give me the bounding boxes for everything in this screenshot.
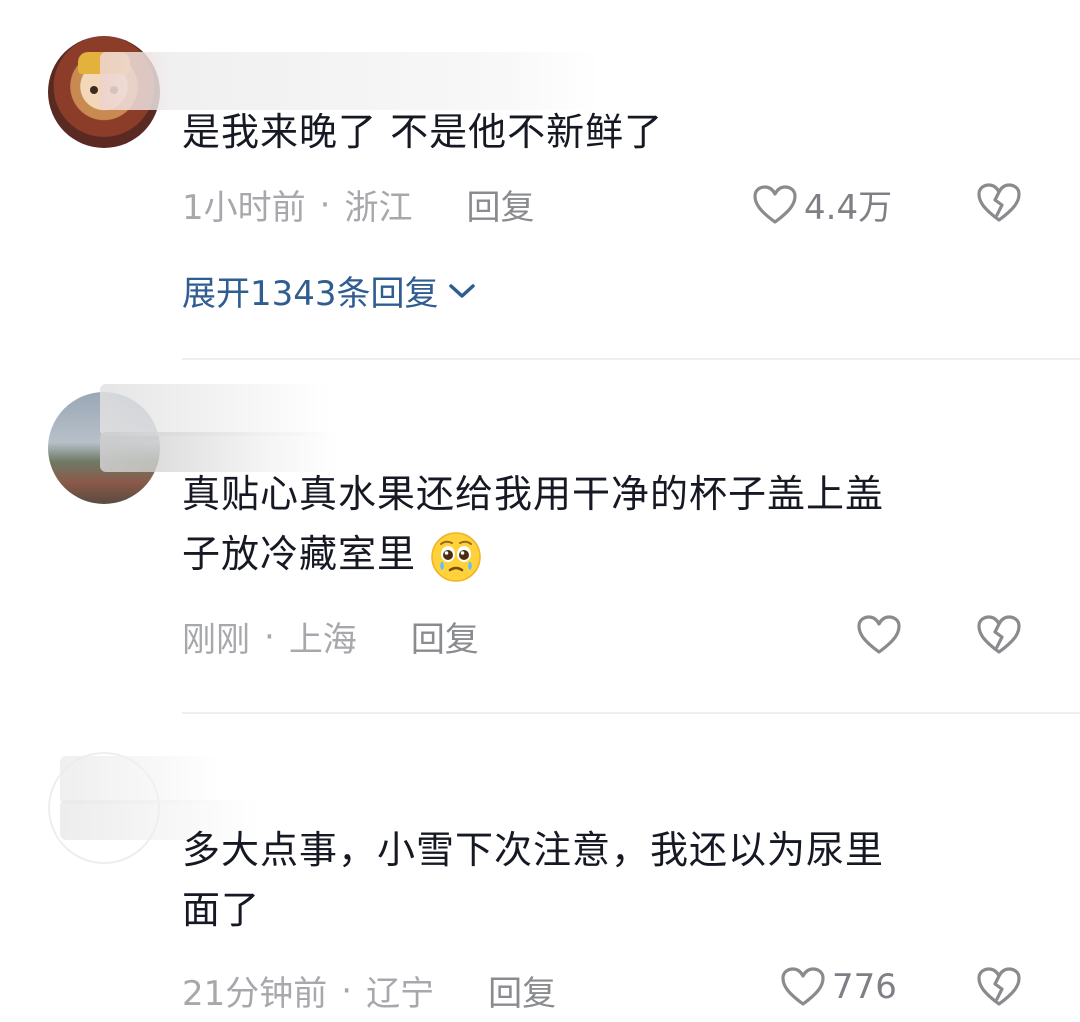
comment-text: 多大点事，小雪下次注意，我还以为尿里 面了 <box>182 820 1022 940</box>
comment-meta: 21分钟前 · 辽宁 回复 <box>182 966 556 1015</box>
heart-outline-icon <box>781 967 825 1006</box>
comment-location: 上海 <box>288 620 357 660</box>
divider <box>182 358 1080 360</box>
meta-separator: · <box>319 184 331 225</box>
comment-text-line: 真贴心真水果还给我用干净的杯子盖上盖 <box>182 472 885 516</box>
comment-meta: 1小时前 · 浙江 回复 <box>182 180 534 229</box>
chevron-down-icon <box>448 283 475 298</box>
comment-text: 是我来晚了 不是他不新鲜了 <box>182 110 664 154</box>
like-button[interactable]: 4.4万 <box>752 180 892 229</box>
divider <box>182 712 1080 714</box>
comment-location: 辽宁 <box>366 974 435 1014</box>
meta-separator: · <box>264 616 275 657</box>
broken-heart-icon[interactable] <box>976 182 1022 224</box>
comment-text-line: 多大点事，小雪下次注意，我还以为尿里 <box>182 828 885 872</box>
comment-meta: 刚刚 · 上海 回复 <box>182 612 479 661</box>
like-count: 4.4万 <box>804 188 893 228</box>
reply-button[interactable]: 回复 <box>411 612 479 661</box>
comment-text-line-content: 子放冷藏室里 <box>182 532 417 576</box>
comment-text-line: 面了 <box>182 888 261 932</box>
expand-replies-label: 展开1343条回复 <box>182 274 439 314</box>
broken-heart-icon[interactable] <box>976 966 1022 1008</box>
reply-button[interactable]: 回复 <box>488 966 556 1015</box>
pleading-face-emoji <box>431 531 481 582</box>
reply-button[interactable]: 回复 <box>466 180 534 229</box>
username-blurred <box>100 384 330 436</box>
comment-text-line: 子放冷藏室里 <box>182 524 1022 584</box>
like-button[interactable]: 776 <box>780 966 897 1008</box>
like-count: 776 <box>832 967 897 1007</box>
expand-replies-button[interactable]: 展开1343条回复 <box>182 266 477 315</box>
heart-outline-icon <box>753 184 797 224</box>
comment-time: 21分钟前 <box>182 974 328 1014</box>
like-button[interactable] <box>856 614 908 656</box>
comment-text: 真贴心真水果还给我用干净的杯子盖上盖 子放冷藏室里 <box>182 464 1022 584</box>
broken-heart-icon[interactable] <box>976 614 1022 656</box>
meta-separator: · <box>341 970 353 1011</box>
heart-outline-icon <box>857 615 901 654</box>
username-blurred <box>60 756 220 804</box>
comment-time: 刚刚 <box>182 620 250 660</box>
comment-location: 浙江 <box>344 188 413 228</box>
comment-time: 1小时前 <box>182 188 306 228</box>
